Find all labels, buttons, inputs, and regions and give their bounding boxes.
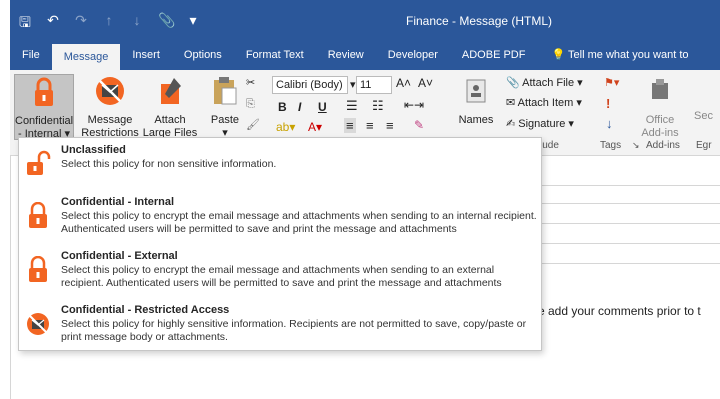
redo-icon[interactable]: ↷ xyxy=(74,12,88,36)
grow-font-icon[interactable]: A˄ xyxy=(396,76,411,90)
dialog-launcher-icon[interactable]: ↘ xyxy=(632,140,640,151)
egr-group-label: Egr xyxy=(696,140,712,151)
tab-adobe-pdf[interactable]: ADOBE PDF xyxy=(450,40,538,70)
bold-button[interactable]: B xyxy=(278,100,287,114)
menu-item-title: Unclassified xyxy=(61,144,126,156)
attachment-field[interactable] xyxy=(531,246,720,264)
menu-item-confidential-external[interactable]: Confidential - External Select this poli… xyxy=(23,250,537,296)
quick-access-toolbar: 🖫 ↶ ↷ ↑ ↓ 📎 ▾ xyxy=(18,12,200,36)
confidential-button[interactable]: Confidential - Internal ▾ xyxy=(14,74,74,140)
tab-file[interactable]: File xyxy=(10,40,52,70)
chevron-down-icon[interactable]: ▾ xyxy=(350,78,356,91)
copy-icon[interactable]: ⎘ xyxy=(246,98,255,111)
clipboard-icon xyxy=(214,77,237,105)
undo-icon[interactable]: ↶ xyxy=(46,12,60,36)
restricted-envelope-icon xyxy=(96,77,124,105)
classification-menu: Unclassified Select this policy for non … xyxy=(18,137,542,351)
bullets-icon[interactable]: ☰ xyxy=(346,98,358,114)
numbering-icon[interactable]: ☷ xyxy=(372,98,384,114)
lock-icon xyxy=(29,256,47,282)
shrink-font-icon[interactable]: A˅ xyxy=(418,76,433,90)
clear-format-icon[interactable]: ✎ xyxy=(414,118,424,132)
high-importance-icon[interactable]: ! xyxy=(606,96,610,111)
menu-item-description: Select this policy for highly sensitive … xyxy=(61,318,527,343)
italic-button[interactable]: I xyxy=(298,100,301,114)
window-title: Finance - Message (HTML) xyxy=(406,14,553,28)
names-button[interactable]: Names xyxy=(456,74,496,127)
message-restrictions-button[interactable]: Message Restrictions xyxy=(80,74,140,140)
tab-options[interactable]: Options xyxy=(172,40,234,70)
title-bar: 🖫 ↶ ↷ ↑ ↓ 📎 ▾ Finance - Message (HTML) xyxy=(10,0,720,40)
menu-item-confidential-restricted[interactable]: Confidential - Restricted Access Select … xyxy=(23,304,537,348)
bcc-field[interactable] xyxy=(541,206,720,224)
menu-item-confidential-internal[interactable]: Confidential - Internal Select this poli… xyxy=(23,196,537,242)
save-icon[interactable]: 🖫 xyxy=(18,12,32,36)
follow-up-flag-icon[interactable]: ⚑▾ xyxy=(604,76,619,89)
menu-item-description: Select this policy for non sensitive inf… xyxy=(61,158,277,170)
underline-button[interactable]: U xyxy=(318,100,327,114)
restricted-envelope-icon xyxy=(27,313,49,335)
open-lock-icon xyxy=(27,150,51,175)
low-importance-icon[interactable]: ↓ xyxy=(606,116,613,131)
cc-field[interactable] xyxy=(541,186,720,204)
menu-item-title: Confidential - Internal xyxy=(61,196,175,208)
lock-icon xyxy=(35,77,53,106)
envelope-icon: ✉ xyxy=(506,97,516,109)
indent-icon[interactable]: ⇤⇥ xyxy=(404,98,424,112)
up-arrow-icon[interactable]: ↑ xyxy=(102,12,116,36)
store-icon xyxy=(652,79,668,99)
signature-button[interactable]: ✍ Signature ▾ xyxy=(506,117,574,130)
tab-format-text[interactable]: Format Text xyxy=(234,40,316,70)
attach-large-files-button[interactable]: Attach Large Files xyxy=(140,74,200,140)
tell-me-box[interactable]: 💡 Tell me what you want to xyxy=(537,40,688,70)
sec-label: Sec xyxy=(694,110,713,122)
align-left-icon[interactable]: ≡ xyxy=(344,118,356,133)
attach-large-files-icon xyxy=(161,78,181,104)
customize-qat-icon[interactable]: ▾ xyxy=(186,12,200,36)
include-group-label: lude xyxy=(540,140,559,151)
lightbulb-icon: 💡 xyxy=(551,49,566,61)
down-arrow-icon[interactable]: ↓ xyxy=(130,12,144,36)
font-size-select[interactable]: 11 xyxy=(356,76,392,94)
paperclip-icon: 📎 xyxy=(506,77,520,89)
office-addins-button[interactable]: Office Add-ins xyxy=(638,74,682,140)
addins-group-label: Add-ins xyxy=(646,140,680,151)
attach-file-button[interactable]: 📎 Attach File ▾ xyxy=(506,76,583,89)
message-body-text[interactable]: e add your comments prior to t xyxy=(538,304,701,318)
font-color-icon[interactable]: A▾ xyxy=(308,120,322,134)
format-painter-icon[interactable]: 🖌 xyxy=(246,118,260,131)
cut-icon[interactable]: ✂ xyxy=(246,76,255,89)
highlight-icon[interactable]: ab▾ xyxy=(276,120,295,134)
tab-message[interactable]: Message xyxy=(51,44,121,70)
tell-me-text: Tell me what you want to xyxy=(568,49,689,61)
tab-insert[interactable]: Insert xyxy=(120,40,172,70)
menu-item-unclassified[interactable]: Unclassified Select this policy for non … xyxy=(23,144,537,178)
paste-button[interactable]: Paste ▾ xyxy=(208,74,242,140)
attach-icon[interactable]: 📎 xyxy=(158,12,175,36)
tab-developer[interactable]: Developer xyxy=(376,40,450,70)
menu-item-title: Confidential - External xyxy=(61,250,178,262)
menu-item-description: Select this policy to encrypt the email … xyxy=(61,210,537,235)
ribbon-tabs: File Message Insert Options Format Text … xyxy=(10,40,720,70)
menu-item-description: Select this policy to encrypt the email … xyxy=(61,264,502,289)
lock-icon xyxy=(29,202,47,228)
font-name-select[interactable]: Calibri (Body) xyxy=(272,76,348,94)
menu-item-title: Confidential - Restricted Access xyxy=(61,304,230,316)
align-right-icon[interactable]: ≡ xyxy=(386,118,394,133)
address-book-icon xyxy=(466,79,486,103)
tab-review[interactable]: Review xyxy=(316,40,376,70)
tags-group-label: Tags xyxy=(600,140,622,151)
attach-item-button[interactable]: ✉ Attach Item ▾ xyxy=(506,96,582,109)
to-field[interactable] xyxy=(541,168,720,186)
align-center-icon[interactable]: ≡ xyxy=(366,118,374,133)
signature-icon: ✍ xyxy=(506,118,516,130)
subject-field[interactable] xyxy=(541,226,720,244)
